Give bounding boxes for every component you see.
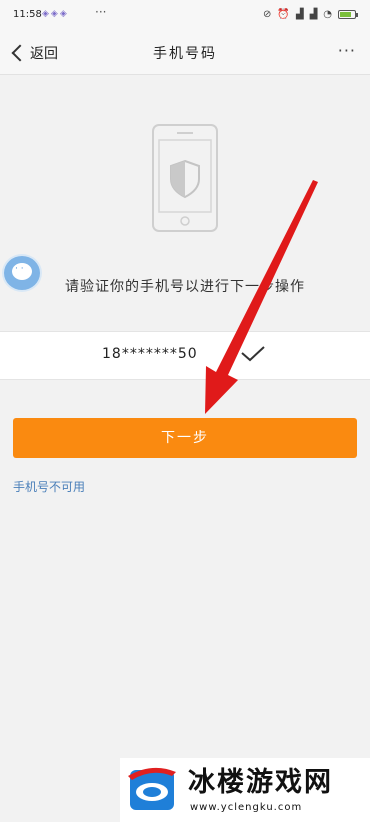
status-time: 11:58 <box>13 9 42 20</box>
next-step-button[interactable]: 下一步 <box>13 418 357 458</box>
watermark-title: 冰楼游戏网 <box>188 767 333 798</box>
status-right-icons: ⊘ ⏰ ▟ ▟ ◔ <box>263 9 358 20</box>
watermark-logo <box>128 767 176 810</box>
notification-icons: ◈◈◈ <box>42 9 69 19</box>
status-bar: 11:58 ◈◈◈ ··· ⊘ ⏰ ▟ ▟ ◔ <box>0 0 370 32</box>
watermark-url: www.yclengku.com <box>190 802 303 813</box>
phone-unavailable-link[interactable]: 手机号不可用 <box>13 478 85 495</box>
battery-icon <box>338 10 358 19</box>
phone-shield-icon <box>152 124 218 232</box>
nav-bar: 返回 手机号码 ··· <box>0 32 370 75</box>
mute-icon: ⊘ <box>263 9 272 20</box>
phone-number: 18*******50 <box>102 346 198 362</box>
phone-number-row[interactable]: 18*******50 <box>0 331 370 380</box>
more-menu-button[interactable]: ··· <box>338 41 356 60</box>
watermark: 冰楼游戏网 www.yclengku.com <box>120 758 370 822</box>
hd-signal-icon: ▟ <box>295 9 304 20</box>
check-icon <box>241 346 265 362</box>
hd-signal-icon: ▟ <box>309 9 318 20</box>
status-more-dots: ··· <box>95 5 107 19</box>
verify-prompt: 请验证你的手机号以进行下一步操作 <box>65 279 305 295</box>
wifi-icon: ◔ <box>323 9 332 20</box>
page-title: 手机号码 <box>153 46 217 62</box>
alarm-icon: ⏰ <box>277 9 290 20</box>
